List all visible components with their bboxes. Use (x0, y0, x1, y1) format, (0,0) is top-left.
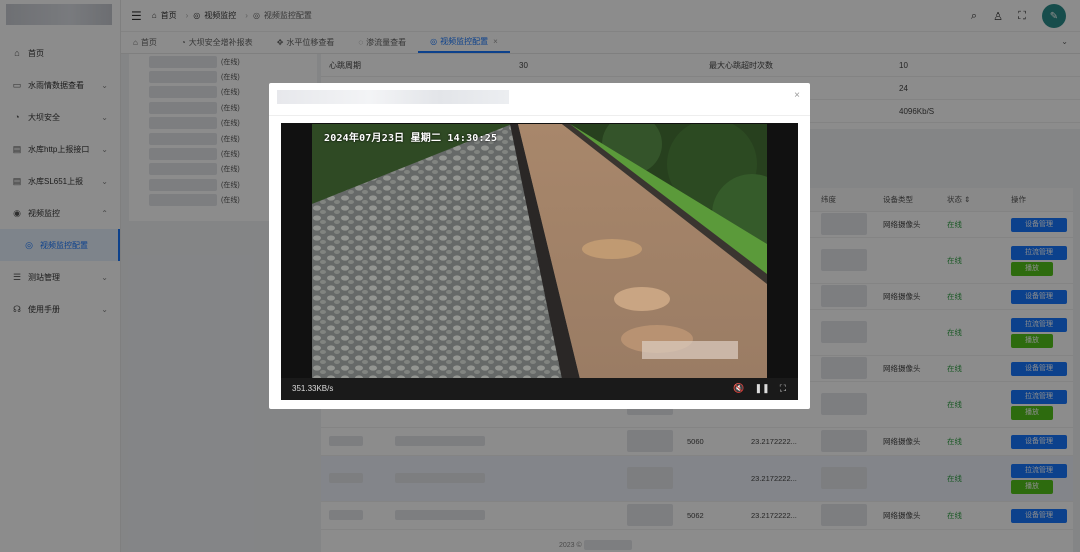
bitrate-readout: 351.33KB/s (292, 384, 334, 393)
player-controls: 🔇 ❚❚ ⛶ (723, 383, 786, 394)
player-control-bar: 351.33KB/s 🔇 ❚❚ ⛶ (281, 378, 798, 400)
video-scene (312, 124, 767, 379)
video-timestamp-overlay: 2024年07月23日 星期二 14:30:25 (324, 133, 498, 144)
modal-title-redacted (277, 90, 509, 104)
video-player[interactable]: 2024年07月23日 星期二 14:30:25 351.33KB/s 🔇 ❚❚… (281, 123, 798, 400)
pause-icon[interactable]: ❚❚ (755, 383, 770, 394)
close-icon[interactable]: × (794, 90, 800, 101)
mute-icon[interactable]: 🔇 (733, 383, 744, 394)
divider (269, 115, 810, 116)
fullscreen-icon[interactable]: ⛶ (780, 383, 786, 394)
video-player-modal: × 2024年07月23日 星期二 14:30:25 351.33KB/s 🔇 … (269, 83, 810, 409)
video-frame[interactable]: 2024年07月23日 星期二 14:30:25 (312, 124, 767, 379)
